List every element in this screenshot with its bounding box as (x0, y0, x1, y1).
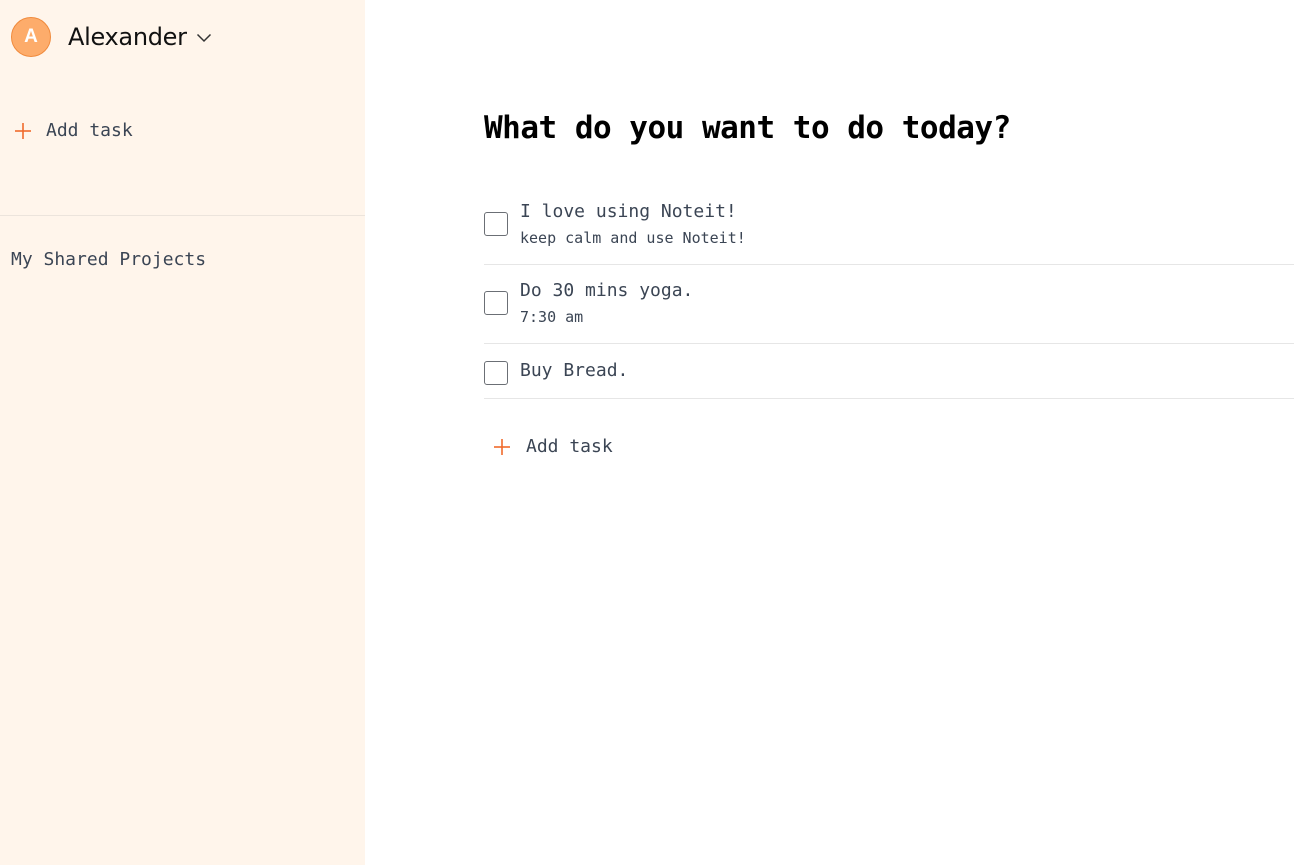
main-content: What do you want to do today? I love usi… (365, 0, 1294, 865)
plus-icon (13, 121, 33, 141)
sidebar-add-task-button[interactable]: Add task (13, 120, 133, 141)
chevron-down-icon[interactable] (196, 33, 212, 43)
task-title[interactable]: Do 30 mins yoga. (520, 280, 693, 301)
task-list: I love using Noteit! keep calm and use N… (484, 186, 1294, 399)
task-checkbox[interactable] (484, 291, 508, 315)
task-item: Buy Bread. (484, 344, 1294, 399)
add-task-button[interactable]: Add task (492, 436, 613, 457)
avatar: A (11, 17, 51, 57)
task-description: keep calm and use Noteit! (520, 229, 746, 247)
user-name: Alexander (68, 23, 187, 51)
task-checkbox[interactable] (484, 212, 508, 236)
my-shared-projects-link[interactable]: My Shared Projects (11, 249, 206, 270)
task-description: 7:30 am (520, 308, 584, 326)
task-checkbox[interactable] (484, 361, 508, 385)
task-title[interactable]: Buy Bread. (520, 360, 628, 381)
sidebar: A Alexander Add task My Shared Projects (0, 0, 365, 865)
page-title: What do you want to do today? (484, 110, 1011, 146)
task-item: Do 30 mins yoga. 7:30 am (484, 265, 1294, 344)
add-task-label: Add task (526, 436, 613, 457)
sidebar-divider (0, 215, 365, 216)
user-menu[interactable]: A Alexander (11, 17, 212, 57)
app: A Alexander Add task My Shared Projects … (0, 0, 1294, 865)
plus-icon (492, 437, 512, 457)
task-title[interactable]: I love using Noteit! (520, 201, 737, 222)
task-item: I love using Noteit! keep calm and use N… (484, 186, 1294, 265)
add-task-label: Add task (46, 120, 133, 141)
